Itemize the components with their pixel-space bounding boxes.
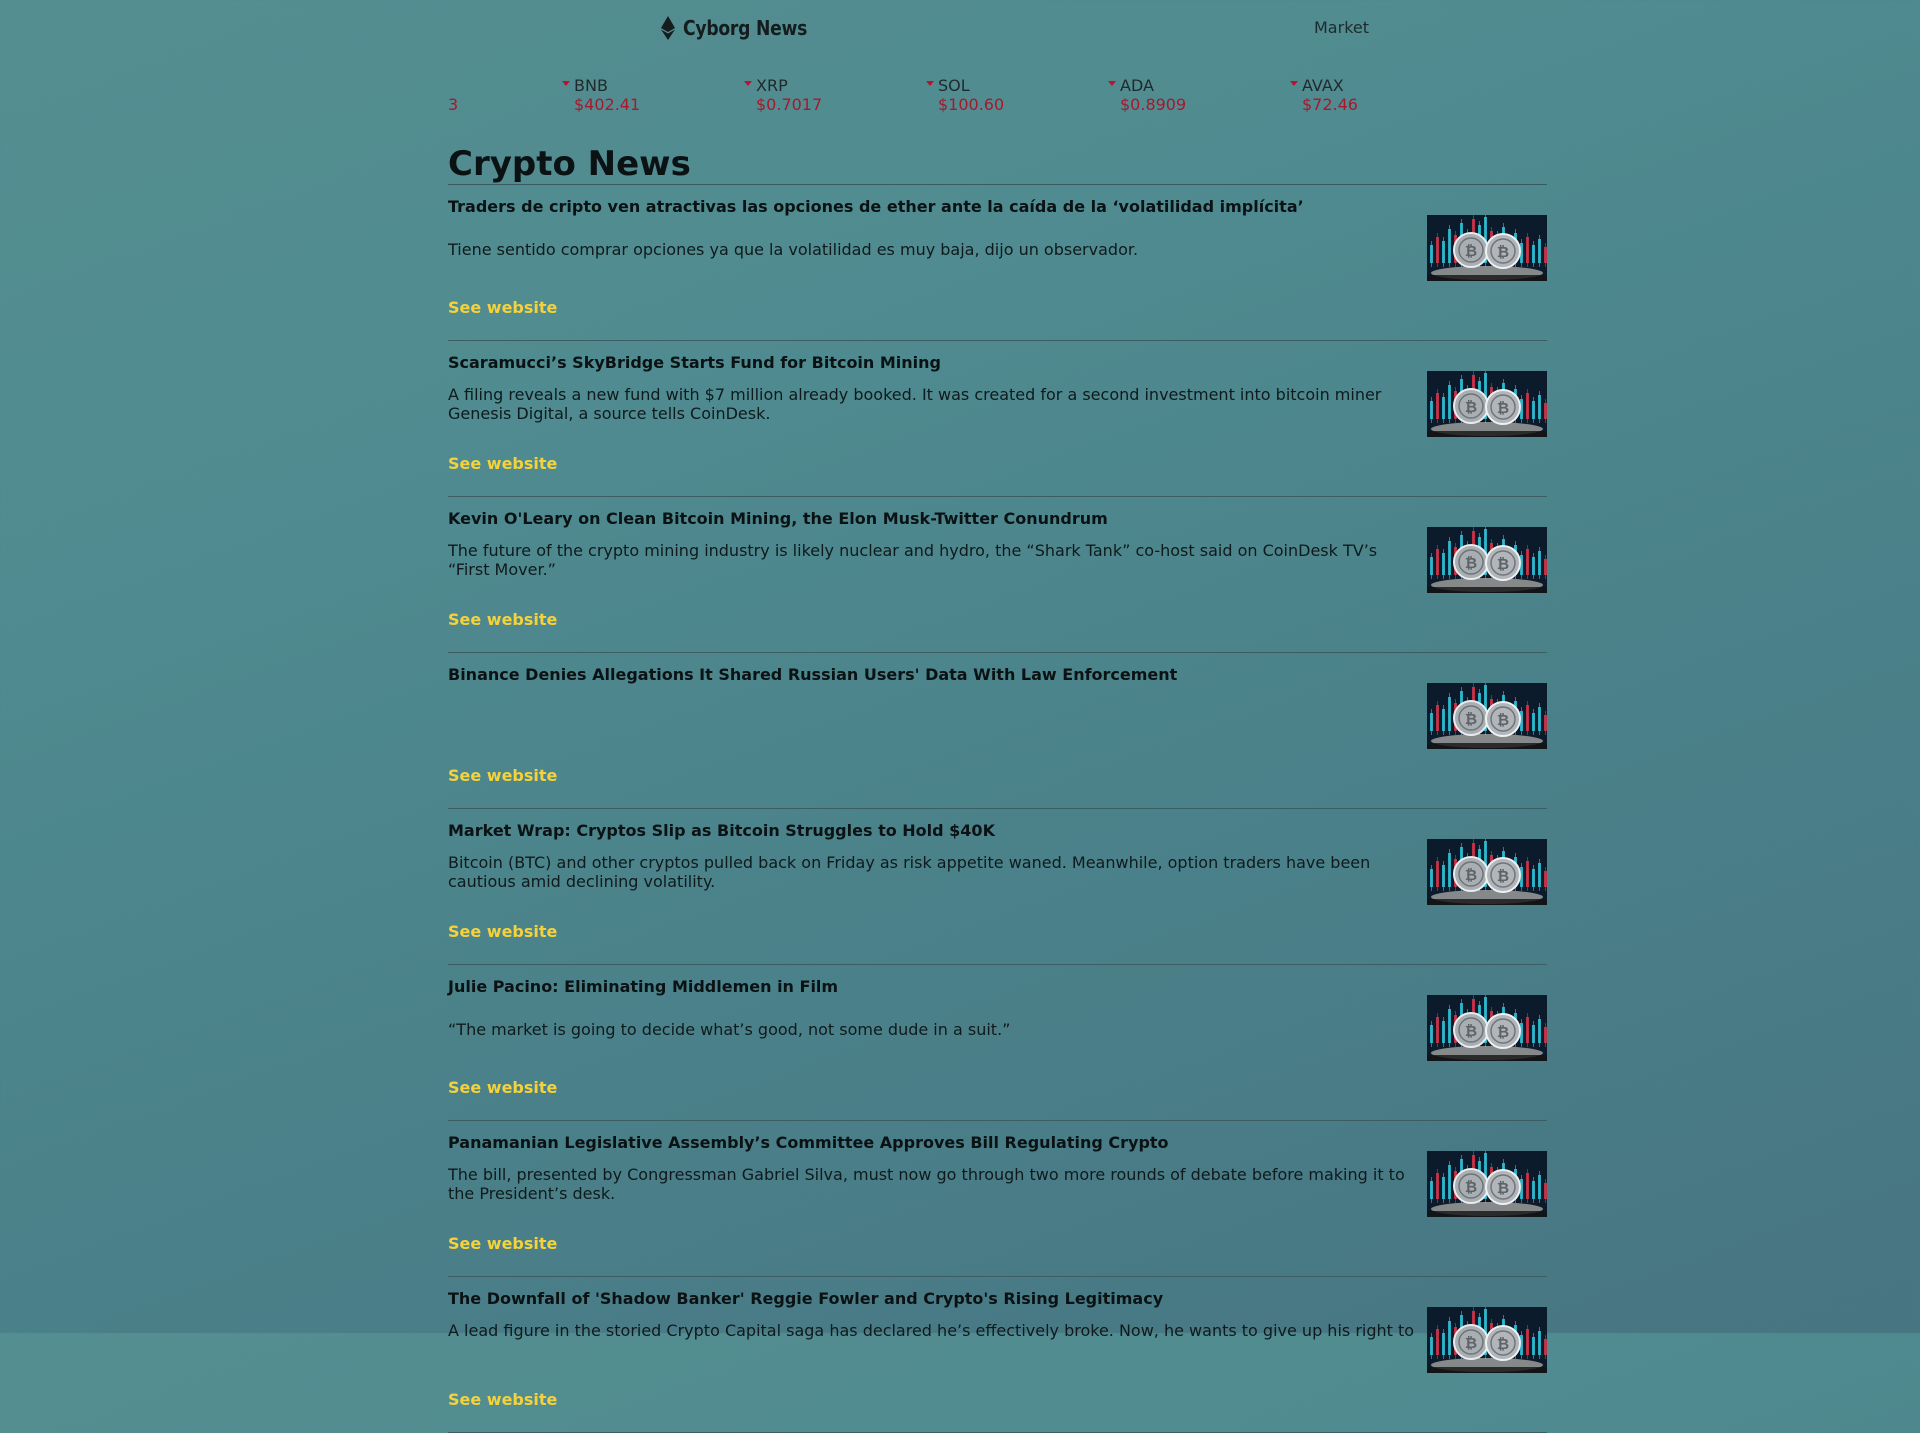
svg-text:₿: ₿: [1465, 1022, 1477, 1040]
article-title: Binance Denies Allegations It Shared Rus…: [448, 665, 1178, 684]
svg-text:₿: ₿: [1465, 1334, 1477, 1352]
news-article: Scaramucci’s SkyBridge Starts Fund for B…: [448, 341, 1547, 497]
article-title: Market Wrap: Cryptos Slip as Bitcoin Str…: [448, 821, 995, 840]
article-list: Traders de cripto ven atractivas las opc…: [448, 185, 1547, 1433]
svg-text:₿: ₿: [1497, 711, 1509, 729]
article-title: Panamanian Legislative Assembly’s Commit…: [448, 1133, 1169, 1152]
price-ticker: 3 BNB $402.41 XRP $0.7017 SOL $100.60 ADA $0.89…: [0, 76, 1920, 116]
bitcoin-coins-chart-image: ₿ ₿: [1427, 1151, 1547, 1217]
news-article: Binance Denies Allegations It Shared Rus…: [448, 653, 1547, 809]
price-down-icon: [1108, 81, 1116, 86]
top-navigation-bar: Cyborg News Market: [0, 0, 1920, 56]
news-article: Traders de cripto ven atractivas las opc…: [448, 185, 1547, 341]
nav-link-market[interactable]: Market: [1314, 18, 1369, 37]
ticker-item[interactable]: AVAX $72.46: [1290, 76, 1358, 114]
article-title: Traders de cripto ven atractivas las opc…: [448, 197, 1304, 216]
ticker-price: $0.8909: [1120, 95, 1187, 114]
see-website-link[interactable]: See website: [448, 766, 557, 785]
ticker-symbol: ADA: [1120, 76, 1154, 95]
svg-text:₿: ₿: [1465, 710, 1477, 728]
news-article: Julie Pacino: Eliminating Middlemen in F…: [448, 965, 1547, 1121]
see-website-link[interactable]: See website: [448, 1078, 557, 1097]
see-website-link[interactable]: See website: [448, 1390, 557, 1409]
ticker-symbol: BNB: [574, 76, 608, 95]
see-website-link[interactable]: See website: [448, 454, 557, 473]
bitcoin-coins-chart-image: ₿ ₿: [1427, 371, 1547, 437]
svg-text:₿: ₿: [1497, 1179, 1509, 1197]
article-title: Julie Pacino: Eliminating Middlemen in F…: [448, 977, 839, 996]
svg-text:₿: ₿: [1497, 555, 1509, 573]
svg-text:₿: ₿: [1465, 242, 1477, 260]
article-description: “The market is going to decide what’s go…: [448, 1020, 1011, 1039]
article-description: A lead figure in the storied Crypto Capi…: [448, 1321, 1415, 1340]
bitcoin-coins-chart-image: ₿ ₿: [1427, 839, 1547, 905]
svg-text:₿: ₿: [1465, 554, 1477, 572]
ticker-price: $72.46: [1302, 95, 1358, 114]
price-down-icon: [1290, 81, 1298, 86]
price-down-icon: [562, 81, 570, 86]
see-website-link[interactable]: See website: [448, 298, 557, 317]
site-logo[interactable]: Cyborg News: [661, 16, 827, 40]
news-article: The Downfall of 'Shadow Banker' Reggie F…: [448, 1277, 1547, 1433]
article-title: Scaramucci’s SkyBridge Starts Fund for B…: [448, 353, 941, 372]
bitcoin-coins-chart-image: ₿ ₿: [1427, 1307, 1547, 1373]
price-down-icon: [744, 81, 752, 86]
ticker-symbol: SOL: [938, 76, 970, 95]
ticker-symbol: AVAX: [1302, 76, 1344, 95]
news-article: Panamanian Legislative Assembly’s Commit…: [448, 1121, 1547, 1277]
news-article: Market Wrap: Cryptos Slip as Bitcoin Str…: [448, 809, 1547, 965]
svg-text:₿: ₿: [1465, 398, 1477, 416]
article-title: Kevin O'Leary on Clean Bitcoin Mining, t…: [448, 509, 1108, 528]
svg-text:₿: ₿: [1497, 867, 1509, 885]
site-name: Cyborg News: [683, 16, 808, 40]
article-description: Bitcoin (BTC) and other cryptos pulled b…: [448, 853, 1371, 891]
article-description: The bill, presented by Congressman Gabri…: [448, 1165, 1405, 1203]
svg-text:₿: ₿: [1497, 1335, 1509, 1353]
svg-text:₿: ₿: [1497, 1023, 1509, 1041]
bitcoin-coins-chart-image: ₿ ₿: [1427, 215, 1547, 281]
ticker-price: $0.7017: [756, 95, 823, 114]
ethereum-icon: [661, 16, 675, 40]
ticker-price: $100.60: [938, 95, 1005, 114]
see-website-link[interactable]: See website: [448, 1234, 557, 1253]
ticker-price-partial: 3: [448, 95, 459, 114]
ticker-item[interactable]: XRP $0.7017: [744, 76, 823, 114]
article-description: Tiene sentido comprar opciones ya que la…: [448, 240, 1139, 259]
price-down-icon: [926, 81, 934, 86]
bitcoin-coins-chart-image: ₿ ₿: [1427, 995, 1547, 1061]
bitcoin-coins-chart-image: ₿ ₿: [1427, 683, 1547, 749]
ticker-item[interactable]: ADA $0.8909: [1108, 76, 1187, 114]
article-description: A filing reveals a new fund with $7 mill…: [448, 385, 1382, 423]
article-description: The future of the crypto mining industry…: [448, 541, 1378, 579]
svg-text:₿: ₿: [1497, 243, 1509, 261]
ticker-item[interactable]: BNB $402.41: [562, 76, 641, 114]
ticker-item[interactable]: SOL $100.60: [926, 76, 1005, 114]
ticker-price: $402.41: [574, 95, 641, 114]
news-main: Crypto News Traders de cripto ven atract…: [448, 142, 1547, 1433]
svg-text:₿: ₿: [1465, 866, 1477, 884]
page-title: Crypto News: [448, 142, 1547, 185]
svg-text:₿: ₿: [1465, 1178, 1477, 1196]
ticker-symbol: XRP: [756, 76, 788, 95]
see-website-link[interactable]: See website: [448, 610, 557, 629]
article-title: The Downfall of 'Shadow Banker' Reggie F…: [448, 1289, 1164, 1308]
bitcoin-coins-chart-image: ₿ ₿: [1427, 527, 1547, 593]
svg-text:₿: ₿: [1497, 399, 1509, 417]
news-article: Kevin O'Leary on Clean Bitcoin Mining, t…: [448, 497, 1547, 653]
see-website-link[interactable]: See website: [448, 922, 557, 941]
